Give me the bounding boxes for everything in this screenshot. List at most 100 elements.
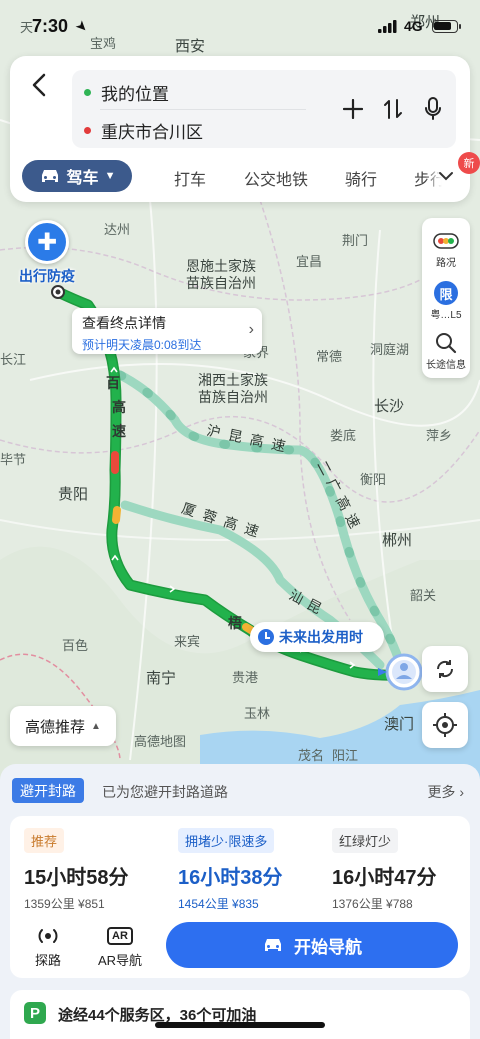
plan-distance-toll: 1376公里 ¥788 (332, 897, 413, 911)
map-label-changde: 常德 (316, 349, 343, 364)
restriction-icon: 限 (434, 281, 458, 305)
map-label-bijie: 毕节 (0, 452, 27, 467)
plan-tag: 红绿灯少 (332, 828, 399, 853)
battery-level-fill (434, 22, 451, 30)
tab-taxi[interactable]: 打车 (174, 166, 206, 190)
parking-icon: P (24, 1002, 46, 1024)
map-label-changjiang: 长江 (0, 352, 27, 367)
map-label-macau: 澳门 (384, 716, 415, 733)
ar-navigation-label: AR导航 (97, 953, 143, 968)
origin-dot-icon (84, 89, 91, 96)
epidemic-travel-badge[interactable]: ✚ 出行防疫 (10, 220, 84, 286)
more-modes-button[interactable] (438, 164, 454, 187)
origin-field[interactable]: 我的位置 (84, 80, 169, 105)
highway-label-char-3: 速 (112, 423, 126, 439)
destination-dot-icon (84, 127, 91, 134)
map-label-guigang: 贵港 (232, 670, 259, 685)
status-time: 7:30 (32, 16, 69, 36)
back-arrow-icon (32, 73, 46, 97)
ar-navigation-button[interactable]: AR AR导航 (90, 924, 150, 969)
route-preference-button[interactable]: 高德推荐 ▲ (10, 706, 116, 746)
refresh-icon (436, 660, 454, 678)
map-label-chenzhou: 郴州 (382, 532, 413, 549)
highway-label-char-2: 高 (112, 399, 126, 415)
traffic-light-icon (422, 228, 470, 254)
map-label-enshi: 恩施土家族 苗族自治州 (186, 258, 256, 291)
map-label-changsha: 长沙 (374, 398, 405, 415)
origin-text: 我的位置 (101, 85, 169, 104)
map-label-gaode-watermark: 高德地图 (134, 734, 187, 749)
map-label-laibin: 来宾 (174, 634, 201, 649)
traffic-restriction-toggle[interactable]: 限 粤…L5 (422, 280, 470, 321)
map-label-yichang: 宜昌 (296, 254, 323, 269)
plan-distance-toll: 1359公里 ¥851 (24, 897, 105, 911)
signal-icon (378, 20, 397, 33)
back-button[interactable] (24, 70, 54, 100)
battery-icon (432, 20, 461, 33)
future-departure-label: 未来出发用时 (279, 629, 363, 645)
highway-label-char-1: 百 (106, 375, 120, 391)
plan-duration: 16小时38分 (178, 867, 283, 889)
chevron-right-icon: › (248, 321, 254, 338)
route-plan-1[interactable]: 推荐 15小时58分 1359公里 ¥851 (24, 828, 169, 912)
avoid-closure-tag: 避开封路 (12, 778, 84, 803)
microphone-icon (425, 97, 441, 120)
ar-icon: AR (107, 927, 133, 945)
new-badge: 新 (458, 152, 480, 174)
plan-duration: 16小时47分 (332, 867, 437, 889)
map-label-baise: 百色 (62, 638, 89, 653)
map-label-nanning: 南宁 (146, 670, 177, 687)
tab-drive[interactable]: 驾车 ▼ (22, 160, 132, 192)
road-closure-notice[interactable]: 避开封路 已为您避开封路道路 更多 › (12, 778, 468, 804)
plan-tag: 推荐 (24, 828, 65, 853)
destination-text: 重庆市合川区 (101, 123, 203, 142)
car-icon (41, 170, 58, 182)
restriction-label: 粤…L5 (430, 310, 462, 321)
endpoint-details-callout[interactable]: 查看终点详情 预计明天凌晨0:08到达 › (72, 308, 262, 354)
swap-icon (384, 99, 402, 119)
future-departure-button[interactable]: 未来出发用时 (250, 622, 384, 652)
status-bar: 7:30 ➤ 4G (0, 0, 480, 50)
map-tools-panel: 路况 限 粤…L5 长途信息 (422, 218, 470, 378)
epidemic-badge-label: 出行防疫 (19, 268, 75, 284)
swap-endpoints-button[interactable] (378, 94, 408, 124)
plan-duration: 15小时58分 (24, 867, 129, 889)
refresh-route-button[interactable] (422, 646, 468, 692)
tab-bike[interactable]: 骑行 (345, 166, 377, 190)
network-type: 4G (404, 18, 423, 34)
explore-label: 探路 (34, 953, 61, 968)
traffic-toggle[interactable]: 路况 (422, 228, 470, 269)
highway-label-wu: 梧 (228, 615, 242, 631)
map-label-loudi: 娄底 (330, 428, 357, 443)
start-navigation-button[interactable]: 开始导航 (166, 922, 458, 968)
more-link[interactable]: 更多 › (427, 782, 464, 802)
map-label-shaoguan: 韶关 (410, 588, 437, 603)
route-endpoints-box: 我的位置 重庆市合川区 (72, 70, 456, 148)
map-label-yangjiang: 阳江 (332, 748, 359, 763)
map-label-dongting: 洞庭湖 (370, 342, 410, 357)
tab-drive-label: 驾车 (66, 170, 99, 187)
explore-route-button[interactable]: 探路 (18, 924, 78, 969)
map-label-jingmen: 荆门 (342, 233, 369, 248)
broadcast-icon (18, 924, 78, 948)
caret-down-icon: ▼ (104, 170, 116, 182)
tab-transit[interactable]: 公交地铁 (244, 166, 308, 190)
route-plan-3[interactable]: 红绿灯少 16小时47分 1376公里 ¥788 (332, 828, 477, 912)
medical-shield-icon: ✚ (25, 220, 69, 264)
route-plan-2[interactable]: 拥堵少·限速多 16小时38分 1454公里 ¥835 (178, 828, 323, 912)
map-label-dazhou: 达州 (104, 222, 131, 237)
crosshair-icon (433, 713, 457, 737)
traffic-label: 路况 (436, 258, 456, 269)
caret-up-icon: ▲ (91, 720, 101, 732)
search-icon (422, 330, 470, 356)
clock-icon (258, 629, 274, 645)
add-stop-button[interactable] (338, 94, 368, 124)
route-options-card: 推荐 15小时58分 1359公里 ¥851 拥堵少·限速多 16小时38分 1… (10, 816, 470, 978)
service-area-summary[interactable]: P 途经44个服务区，36个可加油 (10, 990, 470, 1039)
voice-input-button[interactable] (418, 94, 448, 124)
destination-field[interactable]: 重庆市合川区 (84, 118, 203, 143)
more-label: 更多 (427, 784, 456, 800)
long-distance-info-button[interactable]: 长途信息 (422, 330, 470, 371)
locate-me-button[interactable] (422, 702, 468, 748)
map-label-pingxiang: 萍乡 (426, 428, 453, 443)
